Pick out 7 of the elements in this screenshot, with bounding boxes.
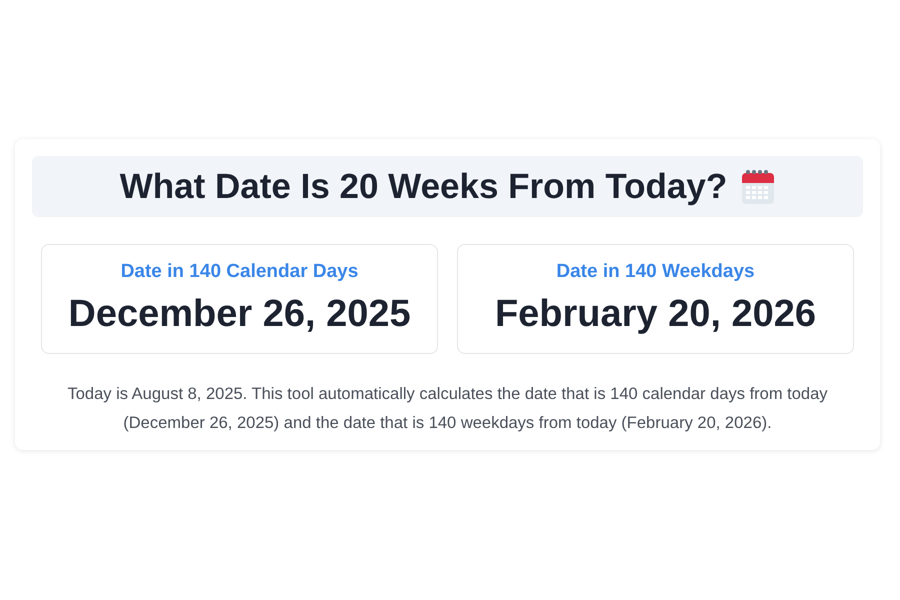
result-date: February 20, 2026 — [494, 293, 816, 336]
description-text: Today is August 8, 2025. This tool automatically calculates the date that is 140 calendar days from today (December 26, 2025) and the date that is 140 weekdays from today (February 20, 2026). — [66, 384, 829, 434]
page-title: What Date Is 20 Weeks From Today? — [120, 166, 728, 206]
result-label: Date in 140 Calendar Days — [120, 261, 358, 283]
result-label: Date in 140 Weekdays — [556, 261, 755, 283]
calendar-icon — [741, 168, 776, 204]
result-date: December 26, 2025 — [68, 293, 411, 336]
